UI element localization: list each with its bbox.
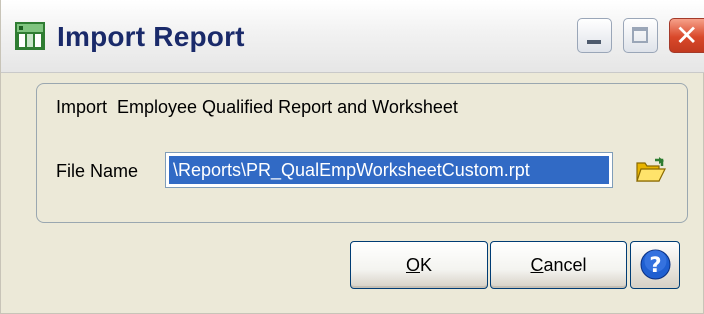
ok-accelerator: O: [405, 255, 420, 275]
minimize-button[interactable]: [577, 18, 612, 53]
file-name-input[interactable]: \Reports\PR_QualEmpWorksheetCustom.rpt: [165, 152, 613, 188]
svg-text:?: ?: [649, 253, 661, 277]
cancel-button[interactable]: Cancel: [490, 241, 627, 289]
ok-button[interactable]: OK: [350, 241, 488, 289]
file-name-value[interactable]: \Reports\PR_QualEmpWorksheetCustom.rpt: [169, 156, 609, 184]
title-bar[interactable]: Import Report ✕: [1, 0, 704, 73]
cancel-label-rest: ancel: [543, 255, 587, 275]
folder-open-icon[interactable]: [635, 157, 667, 185]
app-icon: [15, 22, 45, 50]
maximize-button[interactable]: [623, 18, 658, 53]
file-name-label: File Name: [56, 161, 139, 181]
window-title: Import Report: [57, 21, 245, 52]
maximize-icon: [632, 27, 648, 43]
help-icon: ?: [640, 249, 671, 280]
close-icon: ✕: [675, 19, 699, 52]
import-report-dialog: Import Report ✕ Import Employee Qualifie…: [0, 0, 704, 314]
help-button[interactable]: ?: [630, 241, 680, 289]
minimize-icon: [587, 40, 601, 44]
close-button[interactable]: ✕: [669, 18, 704, 53]
group-label: Import Employee Qualified Report and Wor…: [56, 97, 458, 117]
cancel-accelerator: C: [530, 255, 544, 275]
ok-label-rest: K: [420, 255, 433, 275]
